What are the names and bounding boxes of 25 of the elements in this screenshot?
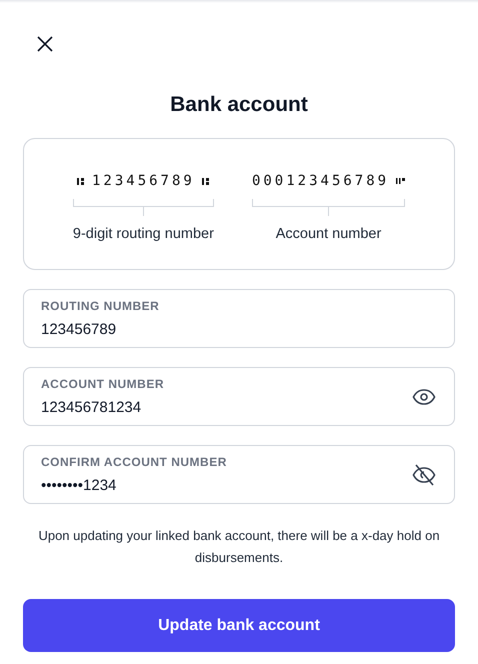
transit-symbol-icon <box>202 176 210 186</box>
micr-digits: 000123456789 <box>252 172 390 190</box>
input-field[interactable]: ROUTING NUMBER 123456789 <box>23 289 455 348</box>
page-title: Bank account <box>169 92 309 118</box>
micr-digits: 123456789 <box>92 172 195 190</box>
field-label: ROUTING NUMBER <box>41 298 160 314</box>
visibility-toggle[interactable] <box>412 388 436 406</box>
update-bank-account-button[interactable]: Update bank account <box>23 599 455 652</box>
hold-notice: Upon updating your linked bank account, there will be a x-day hold on disbursements. <box>37 527 441 567</box>
transit-symbol-icon <box>76 176 85 186</box>
field-value: ••••••••1234 <box>41 476 118 496</box>
field-value: 123456789 <box>41 320 118 340</box>
eye-slash-icon <box>412 464 436 486</box>
field-label: CONFIRM ACCOUNT NUMBER <box>41 454 228 470</box>
eye-icon <box>412 388 436 406</box>
close-button[interactable] <box>36 35 54 53</box>
on-us-symbol-icon <box>396 177 406 185</box>
field-label: ACCOUNT NUMBER <box>41 376 165 392</box>
segment-label: 9-digit routing number <box>72 225 214 244</box>
close-icon <box>37 36 53 52</box>
segment-label: Account number <box>276 225 382 244</box>
input-field[interactable]: ACCOUNT NUMBER 123456781234 <box>23 367 455 426</box>
input-field[interactable]: CONFIRM ACCOUNT NUMBER ••••••••1234 <box>23 445 455 504</box>
field-value: 123456781234 <box>41 398 142 418</box>
visibility-toggle[interactable] <box>412 464 436 486</box>
